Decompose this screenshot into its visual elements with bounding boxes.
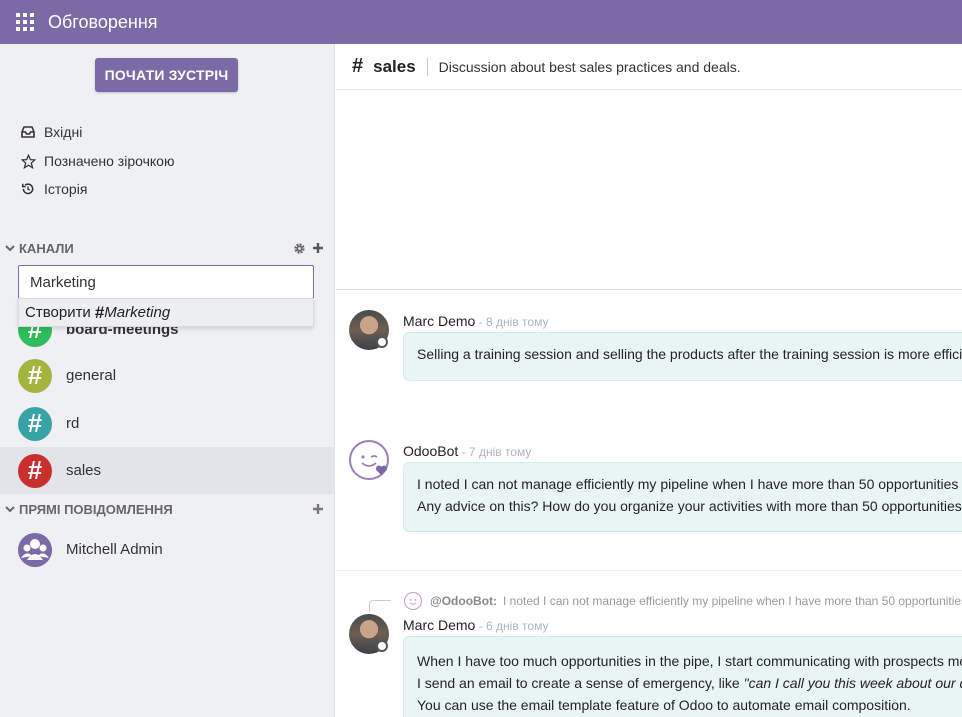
message-header: Marc Demo - 8 днів тому xyxy=(403,313,548,329)
sidebar-chat-mitchell-admin[interactable]: Mitchell Admin xyxy=(0,526,335,573)
gear-icon[interactable] xyxy=(293,242,306,255)
header-separator xyxy=(426,57,428,76)
message-line: I send an email to create a sense of eme… xyxy=(417,672,962,694)
message-date: - 7 днів тому xyxy=(458,445,532,459)
chat-name: Mitchell Admin xyxy=(66,541,163,558)
create-channel-name: Marketing xyxy=(104,304,171,321)
message-author[interactable]: Marc Demo xyxy=(403,313,475,329)
channel-name: general xyxy=(66,367,117,384)
channel-name: sales xyxy=(66,462,102,479)
message-quote: "can I call you this week about our quot… xyxy=(743,675,962,691)
sidebar-channel-general[interactable]: # general xyxy=(0,352,335,399)
offline-status-icon xyxy=(376,640,388,652)
start-meeting-button[interactable]: ПОЧАТИ ЗУСТРІЧ xyxy=(95,58,238,92)
sidebar-item-label: Позначено зірочкою xyxy=(44,153,175,169)
direct-messages-category[interactable]: ПРЯМІ ПОВІДОМЛЕННЯ xyxy=(4,499,324,519)
sidebar-channel-sales[interactable]: # sales xyxy=(0,447,335,494)
reply-reference[interactable]: @OdooBot: I noted I can not manage effic… xyxy=(404,592,962,610)
channel-name: rd xyxy=(66,415,80,432)
message-line-text: I send an email to create a sense of eme… xyxy=(417,675,744,691)
direct-messages-category-label: ПРЯМІ ПОВІДОМЛЕННЯ xyxy=(19,501,173,517)
message-line: Selling a training session and selling t… xyxy=(417,346,962,362)
channels-category[interactable]: КАНАЛИ xyxy=(4,238,324,258)
channel-hash-icon: # xyxy=(18,453,52,488)
message-header: Marc Demo - 6 днів тому xyxy=(403,617,548,633)
offline-status-icon xyxy=(376,336,388,348)
message-line: I noted I can not manage efficiently my … xyxy=(417,476,962,492)
inbox-icon xyxy=(20,124,36,140)
message-line: You can use the email template feature o… xyxy=(417,697,911,713)
add-channel-input[interactable] xyxy=(18,265,314,299)
create-channel-suggestion[interactable]: Створити # Marketing xyxy=(18,298,314,327)
message-author[interactable]: OdooBot xyxy=(403,443,458,459)
user-group-avatar-icon xyxy=(18,532,52,567)
heart-status-icon xyxy=(375,465,388,476)
channel-hash-icon: # xyxy=(18,406,52,441)
add-chat-icon[interactable] xyxy=(312,503,324,515)
add-channel-icon[interactable] xyxy=(312,242,324,254)
message-date: - 8 днів тому xyxy=(475,315,549,329)
message-line: Any advice on this? How do you organize … xyxy=(417,498,962,514)
app-title: Обговорення xyxy=(48,11,158,32)
message-body: I noted I can not manage efficiently my … xyxy=(403,462,962,532)
chevron-down-icon xyxy=(5,506,15,513)
sidebar-item-inbox[interactable]: Вхідні xyxy=(20,124,82,140)
message-author[interactable]: Marc Demo xyxy=(403,617,475,633)
thread-name: sales xyxy=(373,56,416,76)
app-menu-grid-icon[interactable] xyxy=(16,13,34,31)
odoobot-small-avatar-icon xyxy=(404,592,422,610)
sidebar-item-label: Історія xyxy=(44,181,88,197)
channel-hash-icon: # xyxy=(18,358,52,393)
history-icon xyxy=(20,181,36,197)
message-body: Selling a training session and selling t… xyxy=(403,332,962,381)
date-divider xyxy=(336,289,962,290)
top-bar: Обговорення xyxy=(0,0,962,44)
hash-icon: # xyxy=(94,302,105,322)
sidebar-channel-rd[interactable]: # rd xyxy=(0,400,335,447)
sidebar-item-history[interactable]: Історія xyxy=(20,181,87,197)
thread-header: # sales Discussion about best sales prac… xyxy=(336,44,962,90)
star-icon xyxy=(20,153,36,169)
sidebar-item-starred[interactable]: Позначено зірочкою xyxy=(20,153,174,169)
sidebar: ПОЧАТИ ЗУСТРІЧ Вхідні Позначено зірочкою… xyxy=(0,44,335,717)
message-header: OdooBot - 7 днів тому xyxy=(403,443,531,459)
message-date: - 6 днів тому xyxy=(475,619,549,633)
create-channel-prefix: Створити xyxy=(25,304,91,321)
reply-connector xyxy=(369,600,391,612)
thread-description[interactable]: Discussion about best sales practices an… xyxy=(439,59,741,75)
reply-text: I noted I can not manage efficiently my … xyxy=(503,594,962,608)
chevron-down-icon xyxy=(5,245,15,252)
sidebar-item-label: Вхідні xyxy=(44,124,83,140)
reply-author: @OdooBot: xyxy=(430,594,498,608)
message-line: When I have too much opportunities in th… xyxy=(417,653,962,669)
channels-category-label: КАНАЛИ xyxy=(19,240,74,256)
message-body: When I have too much opportunities in th… xyxy=(403,636,962,717)
message-separator xyxy=(336,570,962,571)
hash-icon: # xyxy=(352,55,364,77)
